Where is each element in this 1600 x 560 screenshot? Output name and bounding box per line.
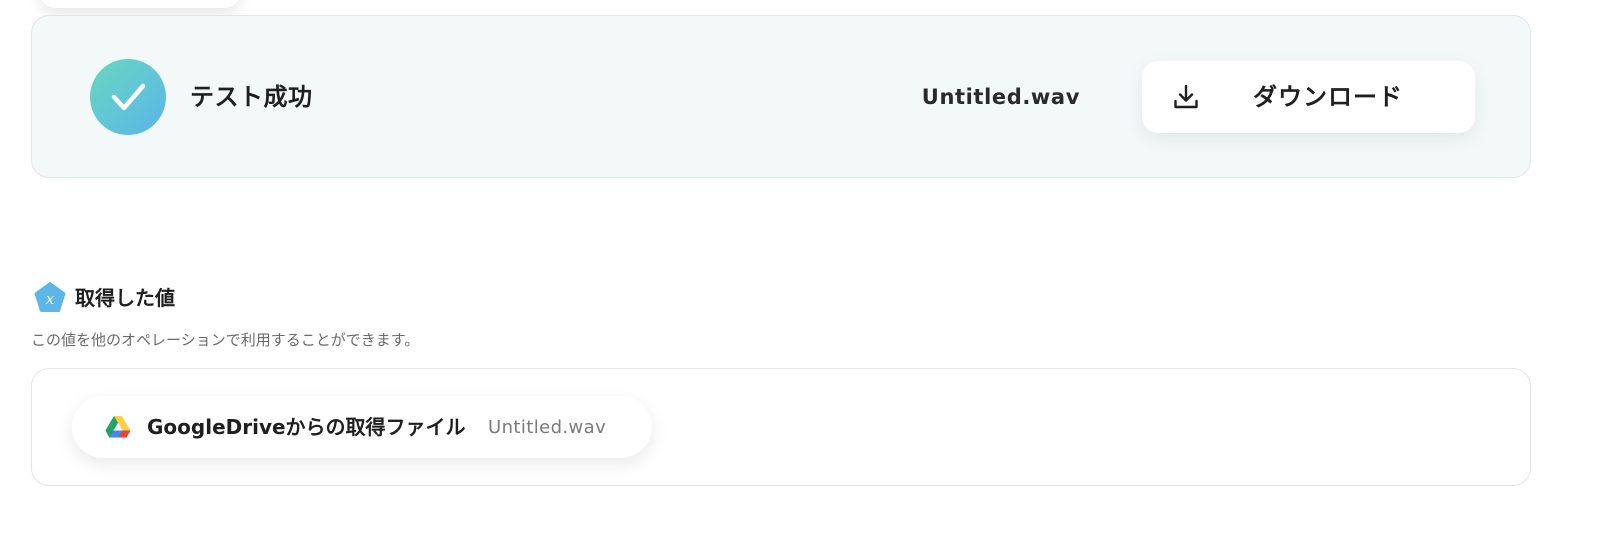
previous-card-edge	[40, 0, 240, 8]
success-badge	[90, 59, 166, 135]
test-result-panel: テスト成功 Untitled.wav ダウンロード	[31, 15, 1531, 178]
variable-icon: x	[34, 282, 66, 312]
section-title: 取得した値	[75, 286, 175, 310]
value-chip-google-drive-file[interactable]: GoogleDriveからの取得ファイル Untitled.wav	[72, 396, 652, 458]
section-description: この値を他のオペレーションで利用することができます。	[31, 331, 420, 349]
retrieved-values-panel: GoogleDriveからの取得ファイル Untitled.wav	[31, 368, 1531, 486]
download-icon	[1174, 84, 1198, 109]
result-file-name: Untitled.wav	[921, 85, 1080, 109]
svg-text:x: x	[46, 290, 55, 308]
value-label: GoogleDriveからの取得ファイル	[147, 415, 466, 439]
google-drive-icon	[105, 416, 131, 438]
retrieved-values-header: x 取得した値	[33, 281, 175, 315]
page: テスト成功 Untitled.wav ダウンロード x 取得した値 この値を他の…	[0, 0, 1600, 560]
download-label: ダウンロード	[1253, 83, 1403, 111]
download-button[interactable]: ダウンロード	[1142, 61, 1475, 133]
check-icon	[111, 83, 146, 111]
test-status-text: テスト成功	[190, 83, 313, 111]
value-text: Untitled.wav	[488, 417, 607, 438]
